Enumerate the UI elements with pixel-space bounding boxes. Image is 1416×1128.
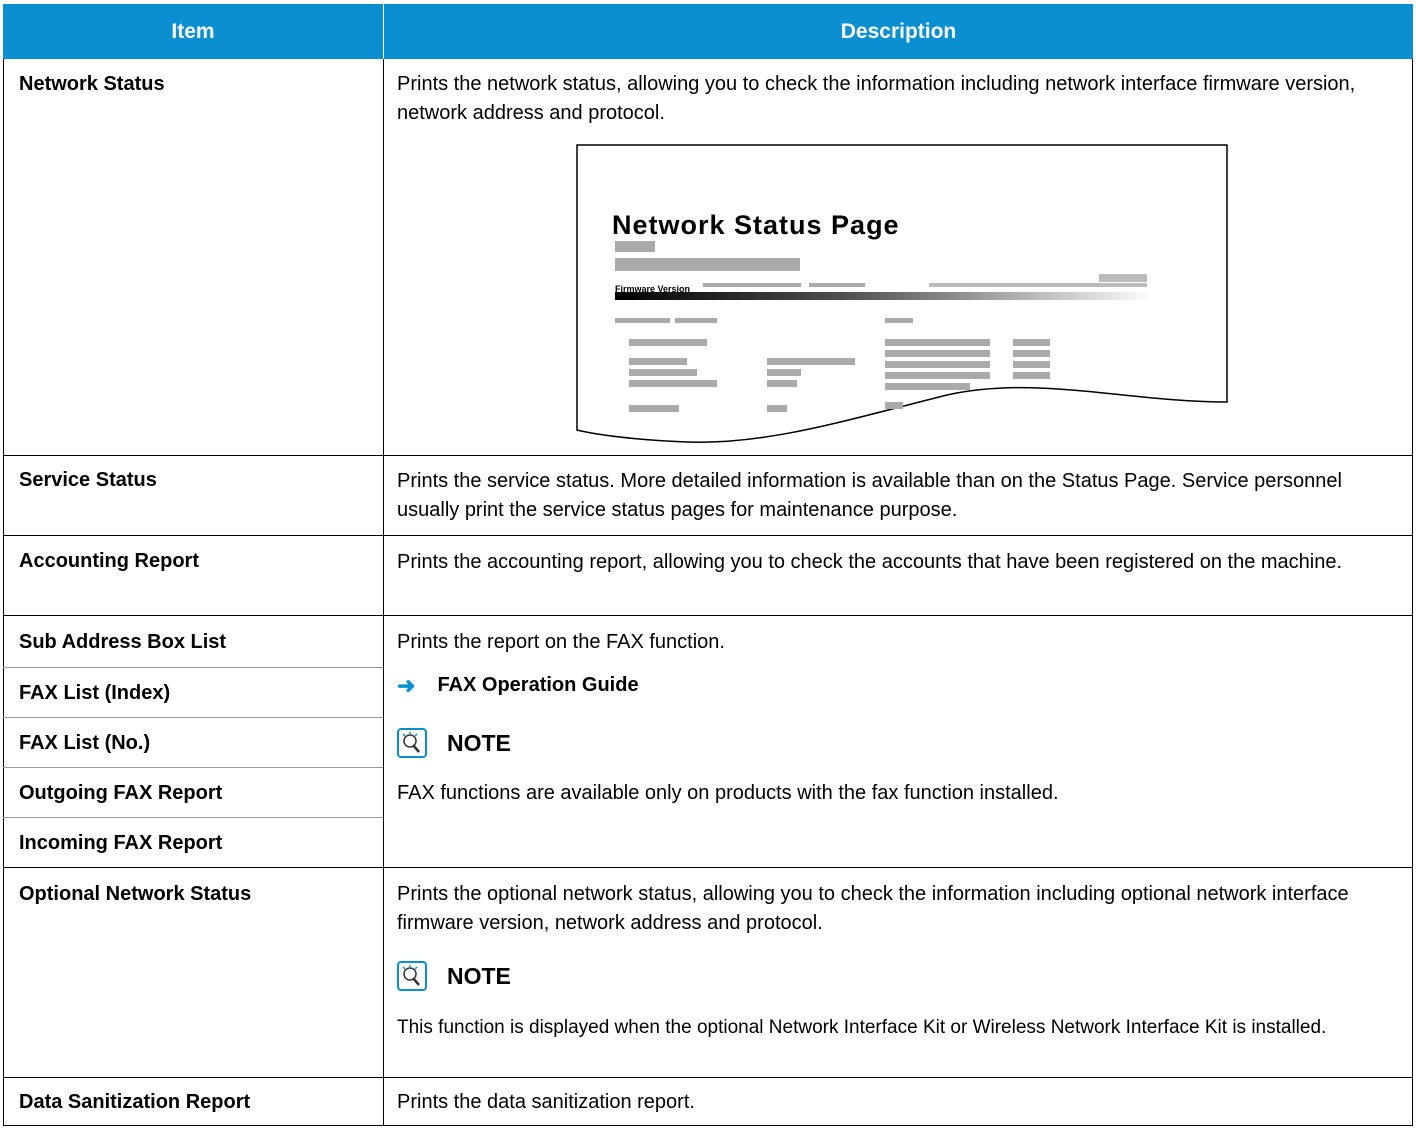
optional-note-text: This function is displayed when the opti… bbox=[397, 1017, 1327, 1038]
item-accounting-report: Accounting Report bbox=[19, 550, 199, 572]
note-lightbulb-icon bbox=[397, 728, 427, 758]
reference-arrow-icon: ➜ bbox=[397, 672, 416, 698]
report-sample-title: Network Status Page bbox=[612, 210, 900, 240]
row-divider bbox=[3, 455, 1413, 456]
fax-guide-reference[interactable]: ➜ FAX Operation Guide bbox=[397, 674, 639, 697]
header-description-label: Description bbox=[840, 19, 957, 43]
item-fax-list-no: FAX List (No.) bbox=[19, 732, 151, 754]
row-divider bbox=[3, 767, 383, 768]
fax-guide-reference-label: FAX Operation Guide bbox=[437, 674, 639, 696]
item-fax-list-index: FAX List (Index) bbox=[19, 682, 171, 704]
fax-note-text: FAX functions are available only on prod… bbox=[397, 782, 1059, 804]
header-item: Item bbox=[3, 4, 383, 59]
note-label: NOTE bbox=[447, 962, 511, 989]
note-lightbulb-icon bbox=[397, 961, 427, 991]
desc-accounting-report: Prints the accounting report, allowing y… bbox=[397, 551, 1343, 573]
row-divider bbox=[3, 667, 383, 668]
item-sub-address-box-list: Sub Address Box List bbox=[19, 631, 227, 653]
desc-fax-reports: Prints the report on the FAX function. bbox=[397, 631, 725, 653]
settings-table: Item Description Network Status Service … bbox=[3, 4, 1413, 1126]
row-divider bbox=[3, 535, 1413, 536]
report-firmware-label: Firmware Version bbox=[615, 284, 691, 294]
item-outgoing-fax-report: Outgoing FAX Report bbox=[19, 782, 223, 804]
note-label: NOTE bbox=[447, 729, 511, 756]
row-divider bbox=[3, 1077, 1413, 1078]
table-border-right bbox=[1412, 59, 1413, 1126]
network-status-page-illustration bbox=[576, 144, 1228, 443]
column-divider bbox=[383, 59, 384, 1126]
header-description: Description bbox=[384, 4, 1413, 59]
fax-note-heading: NOTE bbox=[397, 728, 511, 758]
header-item-label: Item bbox=[171, 19, 215, 43]
table-border-bottom bbox=[3, 1125, 1413, 1126]
desc-network-status: Prints the network status, allowing you … bbox=[397, 73, 1356, 124]
row-divider bbox=[3, 717, 383, 718]
desc-optional-network-status: Prints the optional network status, allo… bbox=[397, 883, 1349, 934]
table-border-left bbox=[3, 59, 4, 1126]
desc-data-sanitization-report: Prints the data sanitization report. bbox=[397, 1091, 695, 1113]
item-incoming-fax-report: Incoming FAX Report bbox=[19, 832, 223, 854]
item-network-status: Network Status bbox=[19, 73, 165, 95]
row-divider bbox=[3, 867, 1413, 868]
item-service-status: Service Status bbox=[19, 469, 157, 491]
item-optional-network-status: Optional Network Status bbox=[19, 883, 252, 905]
row-divider bbox=[3, 817, 383, 818]
optional-note-heading: NOTE bbox=[397, 961, 511, 991]
item-data-sanitization-report: Data Sanitization Report bbox=[19, 1091, 251, 1113]
row-divider bbox=[3, 615, 1413, 616]
desc-service-status: Prints the service status. More detailed… bbox=[397, 470, 1342, 521]
